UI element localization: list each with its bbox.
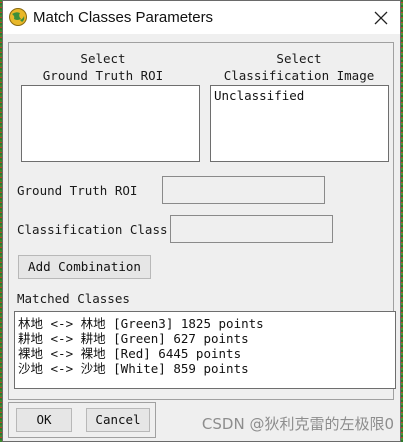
list-item[interactable]: 耕地 <-> 耕地 [Green] 627 points [15,331,395,346]
classification-image-heading-line2: Classification Image [223,68,375,83]
cancel-label: Cancel [95,412,141,427]
matched-classes-label: Matched Classes [17,291,130,306]
add-combination-button[interactable]: Add Combination [18,255,151,279]
matched-classes-list[interactable]: 林地 <-> 林地 [Green3] 1825 points 耕地 <-> 耕地… [14,311,396,389]
ok-button[interactable]: OK [16,408,72,432]
add-combination-label: Add Combination [28,259,141,274]
dialog-client-area: Select Ground Truth ROI Select Classific… [3,34,400,441]
ground-truth-roi-field[interactable] [162,176,325,204]
window-title: Match Classes Parameters [33,9,214,26]
classification-class-field[interactable] [170,215,333,243]
ground-truth-roi-heading-line2: Ground Truth ROI [42,68,164,83]
list-item[interactable]: 裸地 <-> 裸地 [Red] 6445 points [15,346,395,361]
list-item[interactable]: 林地 <-> 林地 [Green3] 1825 points [15,316,395,331]
ground-truth-roi-heading-line1: Select [80,51,126,66]
ok-label: OK [36,412,52,427]
list-item-unclassified[interactable]: Unclassified [211,86,388,103]
cancel-button[interactable]: Cancel [86,408,150,432]
dialog-buttons-frame: OK Cancel [8,402,156,438]
classification-image-list[interactable]: Unclassified [210,85,389,162]
csdn-watermark: CSDN @狄利克雷的左极限0 [201,415,394,433]
classification-class-label: Classification Class [17,222,168,237]
parameters-group: Select Ground Truth ROI Select Classific… [8,42,396,400]
title-bar: Match Classes Parameters [3,1,400,34]
ground-truth-roi-list[interactable] [21,85,200,162]
envi-globe-icon [9,8,27,26]
close-icon[interactable] [368,5,394,31]
match-classes-dialog: Match Classes Parameters Select Ground T… [2,0,401,442]
ground-truth-roi-label: Ground Truth ROI [17,183,138,198]
list-item[interactable]: 沙地 <-> 沙地 [White] 859 points [15,361,395,376]
classification-image-heading-line1: Select [276,51,322,66]
